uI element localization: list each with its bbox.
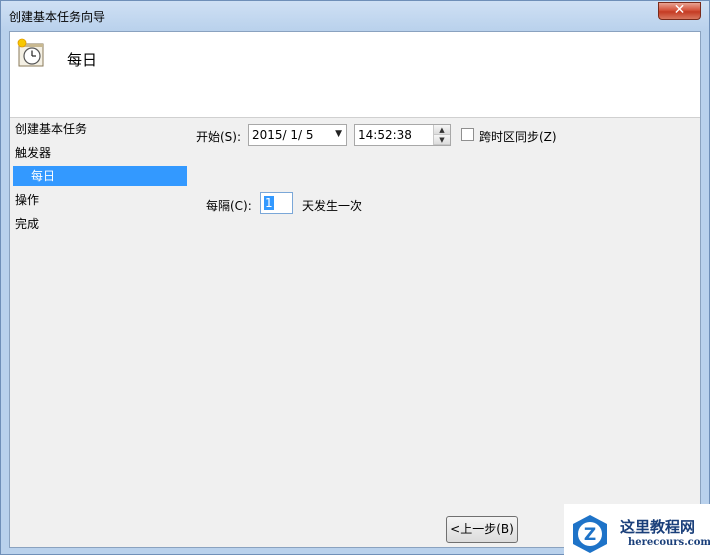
back-button[interactable]: <上一步(B): [446, 516, 518, 543]
start-date-picker[interactable]: 2015/ 1/ 5 ▼: [248, 124, 347, 146]
wizard-header: 每日: [10, 32, 700, 118]
start-time-value: 14:52:38: [358, 128, 412, 142]
spin-down-icon[interactable]: ▼: [434, 135, 450, 145]
nav-item-label: 每日: [31, 169, 56, 183]
nav-item-create-task[interactable]: 创建基本任务: [15, 119, 87, 139]
recur-days-value: 1: [264, 196, 274, 210]
nav-item-action[interactable]: 操作: [15, 190, 39, 210]
start-label: 开始(S):: [196, 130, 242, 144]
wizard-window: 创建基本任务向导 ✕ 每日 创建基本任务 触发器 每日 操作 完成 开始(S):: [0, 0, 710, 556]
watermark-logo-icon: Z: [573, 515, 607, 553]
start-time-field[interactable]: 14:52:38 ▲ ▼: [354, 124, 451, 146]
nav-item-label: 操作: [15, 193, 40, 207]
title-bar[interactable]: 创建基本任务向导 ✕: [1, 1, 709, 31]
sync-timezone-label: 跨时区同步(Z): [479, 130, 557, 144]
wizard-client-area: 每日 创建基本任务 触发器 每日 操作 完成 开始(S): 2015/ 1/ 5…: [9, 31, 701, 548]
recur-suffix: 天发生一次: [302, 199, 363, 213]
time-spinner[interactable]: ▲ ▼: [433, 125, 450, 145]
watermark: Z 这里教程网 herecours.com: [564, 504, 710, 556]
trigger-settings: 开始(S): 2015/ 1/ 5 ▼ 14:52:38 ▲ ▼ 跨时区同步(Z…: [188, 118, 700, 548]
watermark-text-en: herecours.com: [628, 537, 710, 548]
watermark-text-cn: 这里教程网: [620, 518, 696, 536]
calendar-clock-icon: [17, 38, 44, 67]
recur-label: 每隔(C):: [206, 199, 252, 213]
nav-item-label: 创建基本任务: [15, 122, 88, 136]
nav-item-label: 触发器: [15, 146, 52, 160]
recur-days-input[interactable]: 1: [260, 192, 293, 214]
chevron-down-icon[interactable]: ▼: [335, 129, 342, 139]
window-title: 创建基本任务向导: [9, 10, 106, 24]
start-date-value: 2015/ 1/ 5: [252, 128, 314, 142]
nav-item-trigger[interactable]: 触发器: [15, 143, 51, 163]
spin-up-icon[interactable]: ▲: [434, 125, 450, 135]
nav-item-label: 完成: [15, 217, 40, 231]
page-title: 每日: [67, 51, 98, 69]
wizard-step-list: 创建基本任务 触发器 每日 操作 完成: [10, 118, 188, 548]
svg-text:Z: Z: [584, 525, 596, 545]
close-button[interactable]: ✕: [658, 2, 701, 20]
sync-timezone-checkbox[interactable]: [461, 128, 474, 141]
nav-item-daily[interactable]: 每日: [13, 166, 187, 186]
nav-item-finish[interactable]: 完成: [15, 214, 39, 234]
